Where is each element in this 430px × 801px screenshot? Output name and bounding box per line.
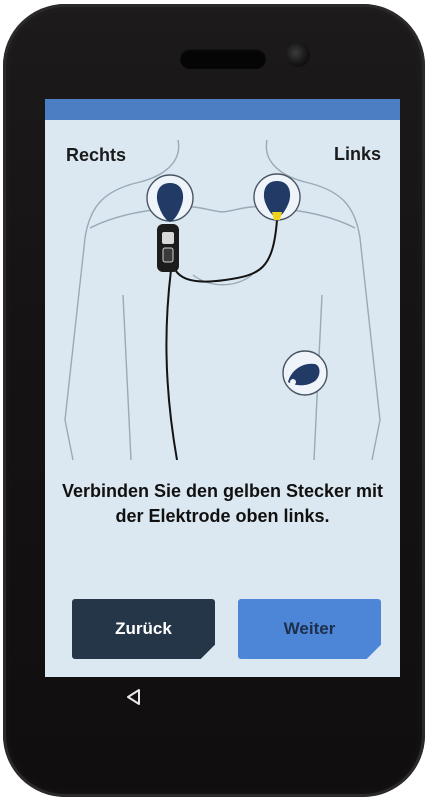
front-camera bbox=[286, 43, 310, 67]
instruction-text: Verbinden Sie den gelben Stecker mit der… bbox=[61, 481, 384, 526]
header-bar bbox=[45, 99, 400, 120]
phone-frame: Rechts Links Verbinden Sie den gelben St… bbox=[3, 4, 425, 797]
side-label-left: Links bbox=[333, 144, 381, 164]
side-label-right: Rechts bbox=[66, 145, 127, 165]
main-cable bbox=[165, 269, 178, 460]
earpiece-speaker bbox=[180, 49, 266, 69]
back-triangle-icon[interactable] bbox=[125, 688, 143, 706]
next-button[interactable]: Weiter bbox=[238, 599, 381, 659]
app-screen: Rechts Links Verbinden Sie den gelben St… bbox=[45, 99, 400, 677]
torso-outline bbox=[64, 139, 381, 460]
electrode-lower-left-dot bbox=[290, 379, 296, 385]
back-button[interactable]: Zurück bbox=[72, 599, 215, 659]
cable-holder bbox=[157, 224, 179, 272]
yellow-lead-cable bbox=[170, 219, 278, 283]
torso-illustration bbox=[64, 139, 381, 460]
